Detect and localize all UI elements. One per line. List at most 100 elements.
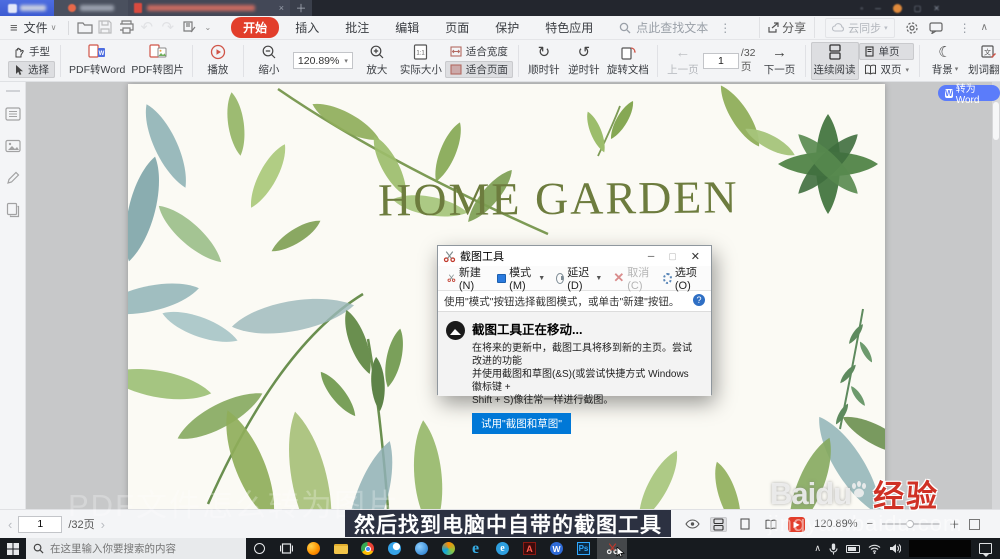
internet-explorer-icon[interactable]: e (489, 538, 516, 559)
help-icon[interactable]: ? (693, 294, 705, 306)
tab-close-icon[interactable]: × (279, 3, 284, 13)
redo-icon[interactable]: ↷ (161, 20, 178, 35)
fit-page-button[interactable]: 适合页面 (444, 61, 513, 78)
battery-icon[interactable] (846, 544, 860, 553)
find-options-icon[interactable]: ⋮ (719, 21, 731, 35)
tab-edit[interactable]: 编辑 (385, 17, 429, 38)
tab-page[interactable]: 页面 (435, 17, 479, 38)
wps-icon[interactable]: W (543, 538, 570, 559)
edge-icon[interactable]: e (462, 538, 489, 559)
file-explorer-icon[interactable] (327, 538, 354, 559)
undo-icon[interactable]: ↶ (140, 20, 157, 35)
tray-expand-icon[interactable]: ∧ (814, 543, 821, 554)
snip-options-button[interactable]: 选项(O) (659, 262, 706, 294)
next-page-button[interactable]: → 下一页 (760, 42, 800, 80)
pdf-to-image-button[interactable]: PDF转图片 (128, 42, 187, 80)
sign-pen-icon[interactable] (5, 170, 21, 186)
zoom-in-button[interactable]: 放大 (357, 42, 397, 80)
share-button[interactable]: 分享 (759, 17, 816, 38)
find-text-box[interactable]: 点此查找文本 ⋮ (619, 19, 731, 36)
taskbar-search-input[interactable] (50, 542, 230, 555)
status-page-input[interactable] (18, 515, 63, 533)
snip-minimize-icon[interactable]: ─ (648, 251, 654, 261)
rotate-document-button[interactable]: 旋转文档 (604, 42, 652, 80)
stamp-tool-icon[interactable] (182, 20, 199, 35)
action-center-icon[interactable] (979, 543, 992, 557)
actual-size-button[interactable]: 1:1 实际大小 (397, 42, 445, 80)
tab-secondary[interactable] (54, 0, 128, 16)
eye-protection-icon[interactable] (684, 517, 701, 532)
continuous-reading-button[interactable]: 连续阅读 (810, 41, 859, 80)
collapse-ribbon-icon[interactable]: ∧ (981, 22, 988, 33)
microphone-icon[interactable] (829, 543, 838, 555)
panel-handle[interactable] (5, 90, 20, 92)
cortana-icon[interactable] (246, 538, 273, 559)
file-caret-icon[interactable]: ∨ (51, 23, 57, 32)
page-thumbnail-icon[interactable] (5, 202, 21, 218)
feedback-icon[interactable] (929, 21, 943, 34)
fullscreen-icon[interactable] (969, 518, 980, 530)
snip-delay-button[interactable]: 延迟(D) ▼ (552, 262, 606, 294)
tab-protect[interactable]: 保护 (485, 17, 529, 38)
task-view-icon[interactable] (273, 538, 300, 559)
snip-close-icon[interactable]: ✕ (691, 250, 700, 263)
window-extra-icon[interactable]: ▫ (860, 4, 863, 13)
browser-360-icon[interactable] (435, 538, 462, 559)
single-page-button[interactable]: 单页 (858, 43, 915, 60)
tab-special-features[interactable]: 特色应用 (535, 17, 603, 38)
chrome-icon[interactable] (354, 538, 381, 559)
try-snip-sketch-button[interactable]: 试用"截图和草图" (472, 413, 571, 434)
file-menu[interactable]: 文件 (24, 19, 48, 36)
status-prev-page-icon[interactable]: ‹ (8, 517, 12, 532)
tab-comment[interactable]: 批注 (335, 17, 379, 38)
rotate-counterclockwise-button[interactable]: ↺ 逆时针 (564, 42, 604, 80)
minimize-icon[interactable]: ─ (875, 4, 881, 13)
wifi-icon[interactable] (868, 544, 881, 554)
fit-width-button[interactable]: 适合宽度 (445, 43, 513, 60)
close-icon[interactable]: ✕ (933, 4, 940, 13)
select-tool-button[interactable]: 选择 (8, 61, 55, 78)
photoshop-icon[interactable]: Ps (570, 538, 597, 559)
snipping-tool-taskbar-button[interactable] (597, 538, 627, 559)
snip-mode-button[interactable]: 模式(M) ▼ (493, 262, 549, 294)
hand-tool-button[interactable]: 手型 (8, 43, 55, 60)
more-options-icon[interactable]: ⋮ (959, 21, 971, 35)
outline-list-icon[interactable] (4, 106, 21, 122)
open-folder-icon[interactable] (77, 20, 94, 35)
tab-document-pdf[interactable]: × (128, 0, 290, 16)
start-button[interactable] (0, 538, 26, 559)
save-icon[interactable] (98, 20, 115, 35)
play-button[interactable]: 播放 (198, 42, 238, 80)
double-page-button[interactable]: 双页 ▾ (859, 61, 915, 78)
settings-gear-icon[interactable] (905, 21, 919, 35)
cloud-sync-button[interactable]: 云同步 ▾ (825, 17, 895, 38)
tab-insert[interactable]: 插入 (285, 17, 329, 38)
previous-page-button[interactable]: ← 上一页 (663, 42, 703, 80)
taskbar-search-box[interactable] (26, 538, 246, 559)
new-tab-button[interactable]: ＋ (290, 0, 312, 16)
convert-to-word-pill[interactable]: W 转为Word (938, 84, 1000, 106)
scrollbar-thumb[interactable] (993, 102, 999, 140)
status-single-page-icon[interactable] (736, 517, 753, 532)
snip-new-button[interactable]: 新建(N) (443, 262, 490, 294)
browser-blue-icon[interactable] (381, 538, 408, 559)
volume-icon[interactable] (889, 543, 901, 554)
background-button[interactable]: ☾ 背景 ▾ (925, 42, 965, 80)
maximize-icon[interactable]: ▢ (914, 4, 922, 13)
firefox-icon[interactable] (300, 538, 327, 559)
pdf-to-word-button[interactable]: W PDF转Word (66, 42, 128, 80)
image-preview-icon[interactable] (4, 138, 21, 154)
status-continuous-reading-icon[interactable] (710, 516, 728, 532)
browser-blue2-icon[interactable] (408, 538, 435, 559)
vertical-scrollbar[interactable] (992, 82, 1000, 509)
account-avatar[interactable] (892, 3, 902, 13)
rotate-clockwise-button[interactable]: ↻ 顺时针 (524, 42, 564, 80)
word-translate-button[interactable]: 文 划词翻译 (965, 42, 1000, 80)
acrobat-icon[interactable]: A (516, 538, 543, 559)
page-number-input[interactable] (702, 52, 739, 69)
tab-home[interactable]: 开始 (231, 17, 280, 38)
print-icon[interactable] (119, 20, 136, 35)
zoom-out-button[interactable]: 缩小 (249, 42, 289, 80)
hamburger-icon[interactable]: ≡ (10, 20, 18, 35)
zoom-level-combobox[interactable]: 120.89% ▾ (292, 52, 353, 69)
